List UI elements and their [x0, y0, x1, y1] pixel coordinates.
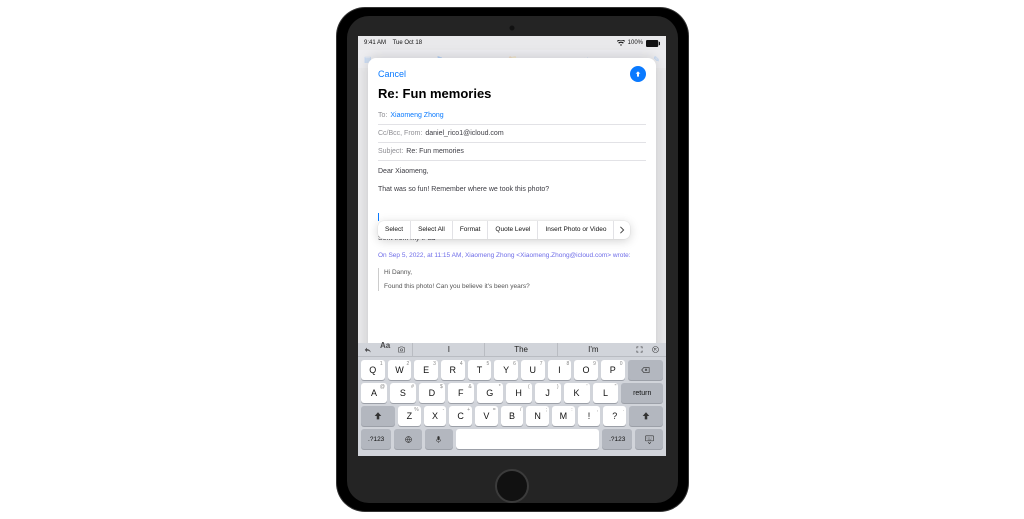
suggestion-3[interactable]: I'm	[557, 343, 629, 357]
key-row-3: Z%X-C+V=B/N;M:!,?.	[361, 406, 663, 426]
handwriting-icon[interactable]	[651, 341, 660, 359]
camera-icon[interactable]	[397, 341, 406, 359]
context-menu[interactable]: Select Select All Format Quote Level Ins…	[378, 221, 630, 239]
key-u[interactable]: U7	[521, 360, 545, 380]
key-numbers[interactable]: .?123	[361, 429, 391, 449]
key-d[interactable]: D$	[419, 383, 445, 403]
keyboard: Aa I The I'm Q1W2E3R4T5Y6U7I8O9P0 A@S#D$…	[358, 343, 666, 456]
status-date: Tue Oct 18	[393, 40, 422, 46]
ipad-device: 9:41 AM Tue Oct 18 100% ▤ ⚑ 📁 ↩ ✎ ••• Ca…	[337, 8, 688, 511]
key-y[interactable]: Y6	[494, 360, 518, 380]
undo-icon[interactable]	[364, 341, 373, 359]
ccfrom-label: Cc/Bcc, From:	[378, 130, 422, 137]
to-field[interactable]: To: Xiaomeng Zhong	[378, 107, 646, 125]
scan-icon[interactable]	[635, 341, 644, 359]
send-button[interactable]	[630, 66, 646, 82]
key-k[interactable]: K'	[564, 383, 590, 403]
ctx-quote[interactable]: Quote Level	[488, 221, 538, 239]
quote-greet: Hi Danny,	[384, 268, 646, 278]
key-![interactable]: !,	[578, 406, 601, 426]
key-f[interactable]: F&	[448, 383, 474, 403]
key-v[interactable]: V=	[475, 406, 498, 426]
suggestion-1[interactable]: I	[412, 343, 484, 357]
quote-header: On Sep 5, 2022, at 11:15 AM, Xiaomeng Zh…	[378, 251, 646, 261]
front-camera	[509, 25, 515, 31]
status-left: 9:41 AM Tue Oct 18	[364, 40, 422, 46]
text-caret	[378, 213, 379, 221]
ctx-select[interactable]: Select	[378, 221, 411, 239]
to-value[interactable]: Xiaomeng Zhong	[390, 112, 443, 119]
key-shift-right[interactable]	[629, 406, 663, 426]
cancel-button[interactable]: Cancel	[378, 69, 406, 79]
key-globe[interactable]	[394, 429, 422, 449]
key-row-4: .?123 .?123	[361, 429, 663, 449]
keyboard-accessory: Aa I The I'm	[358, 343, 666, 357]
key-b[interactable]: B/	[501, 406, 524, 426]
key-t[interactable]: T5	[468, 360, 492, 380]
key-c[interactable]: C+	[449, 406, 472, 426]
status-time: 9:41 AM	[364, 40, 386, 46]
compose-title: Re: Fun memories	[378, 86, 646, 101]
key-row-2: A@S#D$F&G*H(J)K'L"return	[361, 383, 663, 403]
key-q[interactable]: Q1	[361, 360, 385, 380]
key-n[interactable]: N;	[526, 406, 549, 426]
ipad-bezel: 9:41 AM Tue Oct 18 100% ▤ ⚑ 📁 ↩ ✎ ••• Ca…	[347, 16, 678, 503]
status-bar: 9:41 AM Tue Oct 18 100%	[358, 36, 666, 50]
key-backspace[interactable]	[628, 360, 663, 380]
quoted-message: Hi Danny, Found this photo! Can you beli…	[378, 268, 646, 292]
key-a[interactable]: A@	[361, 383, 387, 403]
key-space[interactable]	[456, 429, 600, 449]
suggestion-2[interactable]: The	[484, 343, 556, 357]
key-m[interactable]: M:	[552, 406, 575, 426]
subject-value: Re: Fun memories	[406, 148, 464, 155]
ctx-insert[interactable]: Insert Photo or Video	[538, 221, 614, 239]
home-button[interactable]	[495, 469, 529, 503]
body-greeting: Dear Xiaomeng,	[378, 167, 646, 178]
key-numbers-right[interactable]: .?123	[602, 429, 632, 449]
ctx-format[interactable]: Format	[453, 221, 489, 239]
text-format-icon[interactable]: Aa	[380, 341, 390, 359]
key-row-1: Q1W2E3R4T5Y6U7I8O9P0	[361, 360, 663, 380]
key-w[interactable]: W2	[388, 360, 412, 380]
key-g[interactable]: G*	[477, 383, 503, 403]
key-p[interactable]: P0	[601, 360, 625, 380]
key-s[interactable]: S#	[390, 383, 416, 403]
key-h[interactable]: H(	[506, 383, 532, 403]
key-?[interactable]: ?.	[603, 406, 626, 426]
cc-from-field[interactable]: Cc/Bcc, From: daniel_rico1@icloud.com	[378, 125, 646, 143]
key-x[interactable]: X-	[424, 406, 447, 426]
key-return[interactable]: return	[621, 383, 663, 403]
subject-label: Subject:	[378, 148, 403, 155]
status-right: 100%	[617, 40, 660, 47]
key-dictation[interactable]	[425, 429, 453, 449]
key-r[interactable]: R4	[441, 360, 465, 380]
quote-body: Found this photo! Can you believe it's b…	[384, 282, 646, 292]
key-j[interactable]: J)	[535, 383, 561, 403]
screen: 9:41 AM Tue Oct 18 100% ▤ ⚑ 📁 ↩ ✎ ••• Ca…	[358, 36, 666, 456]
battery-icon	[646, 40, 660, 47]
wifi-icon	[617, 40, 625, 46]
ctx-select-all[interactable]: Select All	[411, 221, 453, 239]
key-e[interactable]: E3	[414, 360, 438, 380]
body-line1: That was so fun! Remember where we took …	[378, 185, 646, 196]
key-z[interactable]: Z%	[398, 406, 421, 426]
key-hide-keyboard[interactable]	[635, 429, 663, 449]
key-o[interactable]: O9	[574, 360, 598, 380]
key-shift-left[interactable]	[361, 406, 395, 426]
battery-pct: 100%	[628, 40, 643, 46]
keyboard-keys: Q1W2E3R4T5Y6U7I8O9P0 A@S#D$F&G*H(J)K'L"r…	[358, 357, 666, 456]
key-l[interactable]: L"	[593, 383, 619, 403]
to-label: To:	[378, 112, 387, 119]
ccfrom-value: daniel_rico1@icloud.com	[425, 130, 503, 137]
ctx-more-chevron[interactable]	[614, 221, 630, 239]
suggestion-bar: I The I'm	[412, 343, 629, 357]
key-i[interactable]: I8	[548, 360, 572, 380]
subject-field[interactable]: Subject: Re: Fun memories	[378, 143, 646, 161]
